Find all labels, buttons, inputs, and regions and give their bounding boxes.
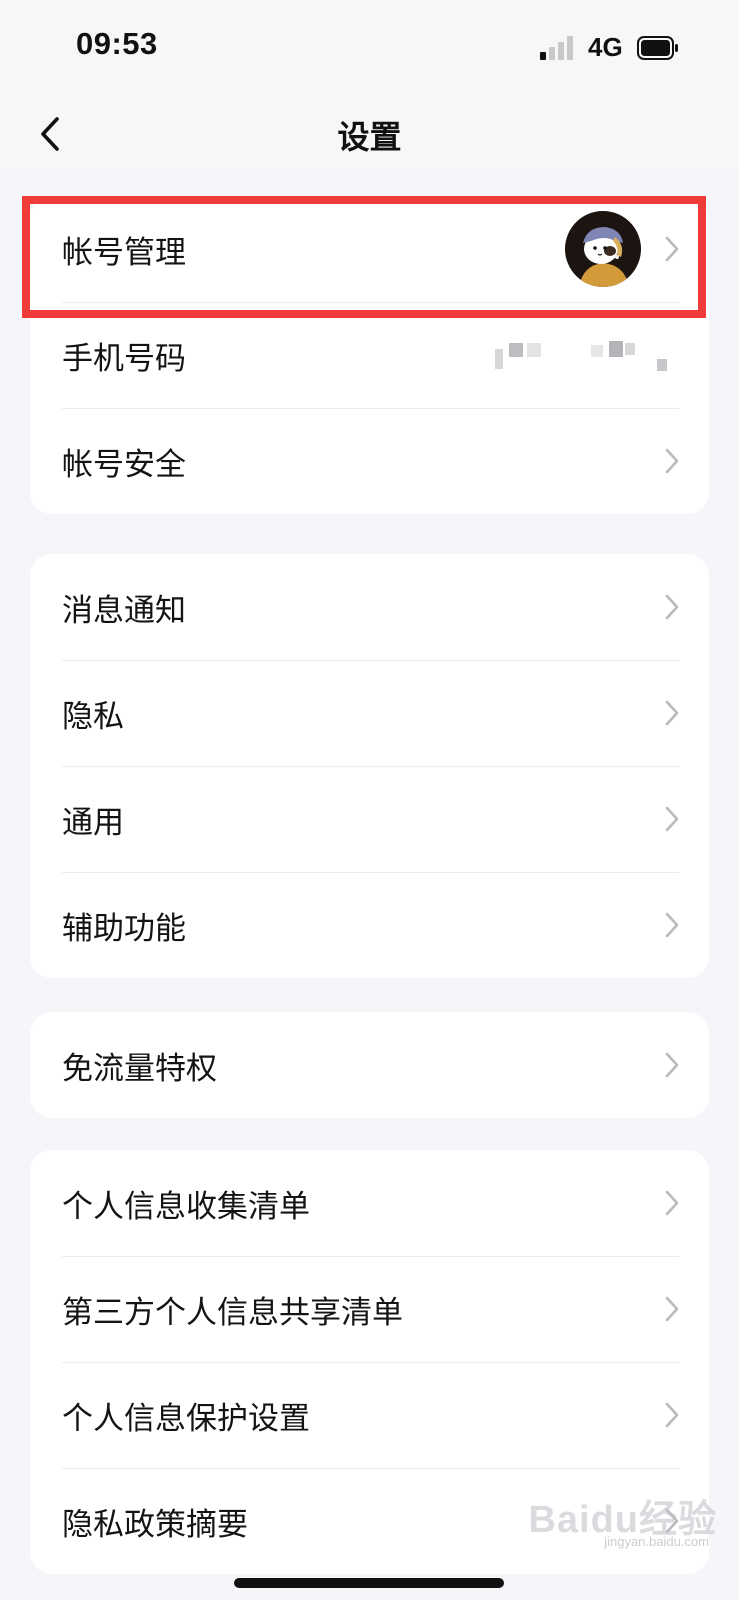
- chevron-right-icon: [665, 1296, 679, 1322]
- settings-item-accessibility[interactable]: 辅助功能: [30, 872, 709, 978]
- settings-item-third-party-sharing-list[interactable]: 第三方个人信息共享清单: [30, 1256, 709, 1362]
- status-bar: 09:53 4G: [0, 0, 739, 96]
- settings-item-free-data-privilege[interactable]: 免流量特权: [30, 1012, 709, 1118]
- settings-item-label: 辅助功能: [62, 910, 186, 947]
- navigation-bar: 设置: [0, 96, 739, 172]
- settings-item-label: 帐号安全: [62, 446, 186, 483]
- home-indicator: [234, 1578, 504, 1588]
- chevron-right-icon: [665, 1052, 679, 1078]
- settings-item-label: 第三方个人信息共享清单: [62, 1294, 403, 1331]
- account-settings-group: 帐号管理 手机号码 帐号安全: [30, 196, 709, 514]
- general-settings-group: 消息通知 隐私 通用 辅助功能: [30, 554, 709, 978]
- settings-item-label: 隐私政策摘要: [62, 1506, 248, 1543]
- settings-item-label: 通用: [62, 804, 124, 841]
- chevron-right-icon: [665, 448, 679, 474]
- status-time: 09:53: [76, 26, 158, 61]
- chevron-right-icon: [665, 806, 679, 832]
- settings-item-general[interactable]: 通用: [30, 766, 709, 872]
- settings-item-label: 免流量特权: [62, 1050, 217, 1087]
- settings-item-label: 消息通知: [62, 592, 186, 629]
- chevron-right-icon: [665, 1402, 679, 1428]
- watermark-url: jingyan.baidu.com: [604, 1534, 709, 1549]
- chevron-right-icon: [665, 236, 679, 262]
- chevron-right-icon: [665, 594, 679, 620]
- chevron-right-icon: [665, 700, 679, 726]
- settings-item-label: 手机号码: [62, 340, 186, 377]
- settings-item-label: 帐号管理: [62, 234, 186, 271]
- settings-item-account-security[interactable]: 帐号安全: [30, 408, 709, 514]
- settings-item-personal-info-collection-list[interactable]: 个人信息收集清单: [30, 1150, 709, 1256]
- page-title: 设置: [337, 118, 402, 156]
- network-type-label: 4G: [588, 32, 623, 62]
- settings-item-phone-number[interactable]: 手机号码: [30, 302, 709, 408]
- settings-item-notifications[interactable]: 消息通知: [30, 554, 709, 660]
- chevron-right-icon: [665, 912, 679, 938]
- settings-item-label: 个人信息收集清单: [62, 1188, 310, 1225]
- settings-item-label: 个人信息保护设置: [62, 1400, 310, 1437]
- masked-phone-value: [495, 341, 667, 371]
- settings-item-privacy[interactable]: 隐私: [30, 660, 709, 766]
- avatar: [565, 211, 641, 287]
- chevron-right-icon: [665, 1190, 679, 1216]
- battery-full-icon: [637, 36, 678, 60]
- settings-item-personal-info-protection[interactable]: 个人信息保护设置: [30, 1362, 709, 1468]
- cellular-signal-icon: [540, 36, 573, 60]
- settings-item-label: 隐私: [62, 698, 124, 735]
- settings-item-account-management[interactable]: 帐号管理: [30, 196, 709, 302]
- data-privilege-group: 免流量特权: [30, 1012, 709, 1118]
